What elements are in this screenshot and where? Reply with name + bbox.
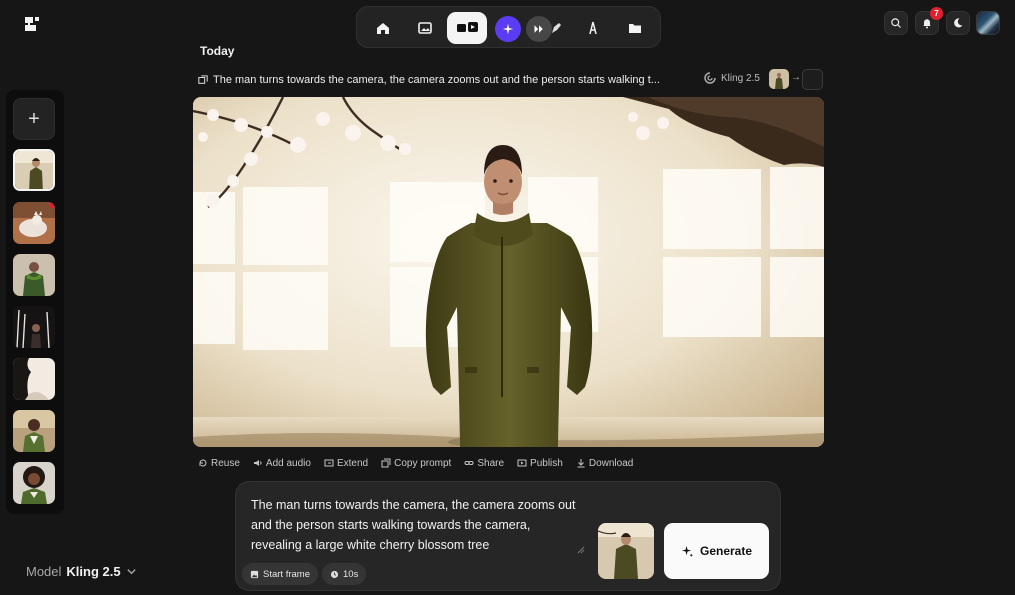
sparkle-icon — [681, 545, 694, 557]
copy-prompt-button[interactable]: Copy prompt — [381, 456, 451, 470]
download-button[interactable]: Download — [576, 456, 633, 470]
empty-end-frame-slot[interactable] — [802, 69, 823, 90]
publish-icon — [517, 459, 527, 467]
model-selector[interactable]: Model Kling 2.5 — [26, 564, 137, 579]
clock-icon — [330, 570, 339, 578]
copy-icon — [381, 458, 391, 468]
image-icon — [250, 570, 259, 578]
share-button[interactable]: Share — [464, 456, 504, 470]
generate-button[interactable]: Generate — [664, 523, 769, 579]
start-frame-chip[interactable]: Start frame — [242, 563, 318, 585]
prompt-preview-text: The man turns towards the camera, the ca… — [213, 74, 660, 86]
folder-icon[interactable] — [619, 12, 651, 44]
history-rail: + — [6, 90, 64, 514]
home-icon[interactable] — [367, 12, 399, 44]
ai-sparkle-icon[interactable] — [495, 16, 521, 42]
image-icon[interactable] — [409, 12, 441, 44]
pen-icon[interactable] — [547, 12, 567, 44]
copy-icon — [198, 75, 208, 84]
reuse-button[interactable]: Reuse — [198, 456, 240, 470]
resize-handle-icon[interactable] — [577, 546, 585, 554]
arrow-right-icon: → — [791, 72, 801, 83]
search-icon[interactable] — [884, 11, 908, 35]
extend-icon — [324, 459, 334, 467]
history-thumb[interactable] — [13, 254, 55, 296]
prompt-input[interactable]: The man turns towards the camera, the ca… — [251, 495, 581, 557]
prompt-composer: The man turns towards the camera, the ca… — [235, 481, 781, 591]
history-thumb[interactable] — [13, 202, 55, 244]
chevron-down-icon — [126, 569, 136, 575]
model-selector-label: Model — [26, 564, 62, 579]
video-icon — [468, 22, 478, 32]
reference-image-thumb[interactable] — [769, 69, 789, 89]
start-frame-thumb[interactable] — [598, 523, 654, 579]
notification-badge: 7 — [930, 7, 943, 20]
prompt-preview[interactable]: The man turns towards the camera, the ca… — [198, 72, 698, 88]
history-thumb[interactable] — [13, 306, 55, 348]
speaker-icon — [253, 460, 262, 466]
download-icon — [577, 459, 585, 468]
unread-dot — [49, 202, 55, 208]
duration-chip[interactable]: 10s — [322, 563, 367, 585]
reuse-icon — [199, 459, 207, 467]
top-toolbar — [356, 6, 661, 48]
section-title: Today — [200, 44, 235, 58]
video-actions: Reuse Add audio Extend Copy prompt Share… — [198, 456, 633, 470]
history-thumb[interactable] — [13, 358, 55, 400]
publish-button[interactable]: Publish — [517, 456, 563, 470]
profile-avatar[interactable] — [976, 11, 1000, 35]
moon-icon[interactable] — [946, 11, 970, 35]
brand-logo-icon[interactable] — [22, 14, 42, 34]
model-badge: Kling 2.5 — [704, 72, 760, 84]
generated-video[interactable] — [193, 97, 824, 447]
model-badge-label: Kling 2.5 — [721, 72, 760, 84]
history-thumb[interactable] — [13, 149, 55, 191]
kling-logo-icon — [704, 72, 716, 84]
new-generation-button[interactable]: + — [13, 98, 55, 140]
text-icon[interactable] — [577, 12, 609, 44]
history-thumb[interactable] — [13, 462, 55, 504]
model-selector-value: Kling 2.5 — [66, 564, 121, 579]
history-thumb[interactable] — [13, 410, 55, 452]
link-icon — [464, 461, 474, 465]
video-tab[interactable] — [447, 12, 487, 44]
add-audio-button[interactable]: Add audio — [253, 456, 311, 470]
extend-button[interactable]: Extend — [324, 456, 368, 470]
